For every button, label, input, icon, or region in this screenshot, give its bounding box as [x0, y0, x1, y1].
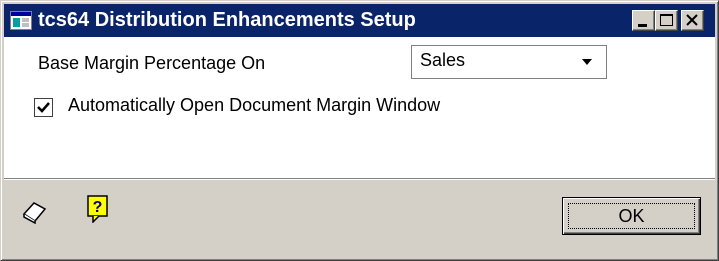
close-button[interactable]	[681, 10, 704, 31]
base-margin-label: Base Margin Percentage On	[38, 53, 266, 73]
base-margin-select-value: Sales	[420, 50, 466, 70]
window-app-icon	[10, 11, 32, 30]
help-icon[interactable]: ?	[87, 195, 109, 223]
minimize-icon	[638, 24, 647, 27]
maximize-icon	[660, 14, 673, 26]
chevron-down-icon	[582, 59, 592, 65]
base-margin-select[interactable]: Sales	[411, 45, 607, 79]
svg-text:?: ?	[93, 199, 103, 216]
ok-button-label: OK	[618, 206, 645, 226]
ok-button[interactable]: OK	[562, 197, 701, 235]
note-icon[interactable]	[21, 200, 47, 224]
auto-open-margin-checkbox[interactable]	[34, 98, 53, 117]
title-bar[interactable]: tcs64 Distribution Enhancements Setup	[4, 4, 715, 37]
window-title: tcs64 Distribution Enhancements Setup	[38, 9, 416, 31]
setup-window: tcs64 Distribution Enhancements Setup Ba…	[0, 0, 719, 261]
auto-open-margin-label[interactable]: Automatically Open Document Margin Windo…	[68, 95, 440, 116]
close-icon	[686, 14, 698, 26]
minimize-button[interactable]	[632, 10, 655, 31]
maximize-button[interactable]	[655, 10, 678, 31]
checkmark-icon	[37, 102, 50, 113]
